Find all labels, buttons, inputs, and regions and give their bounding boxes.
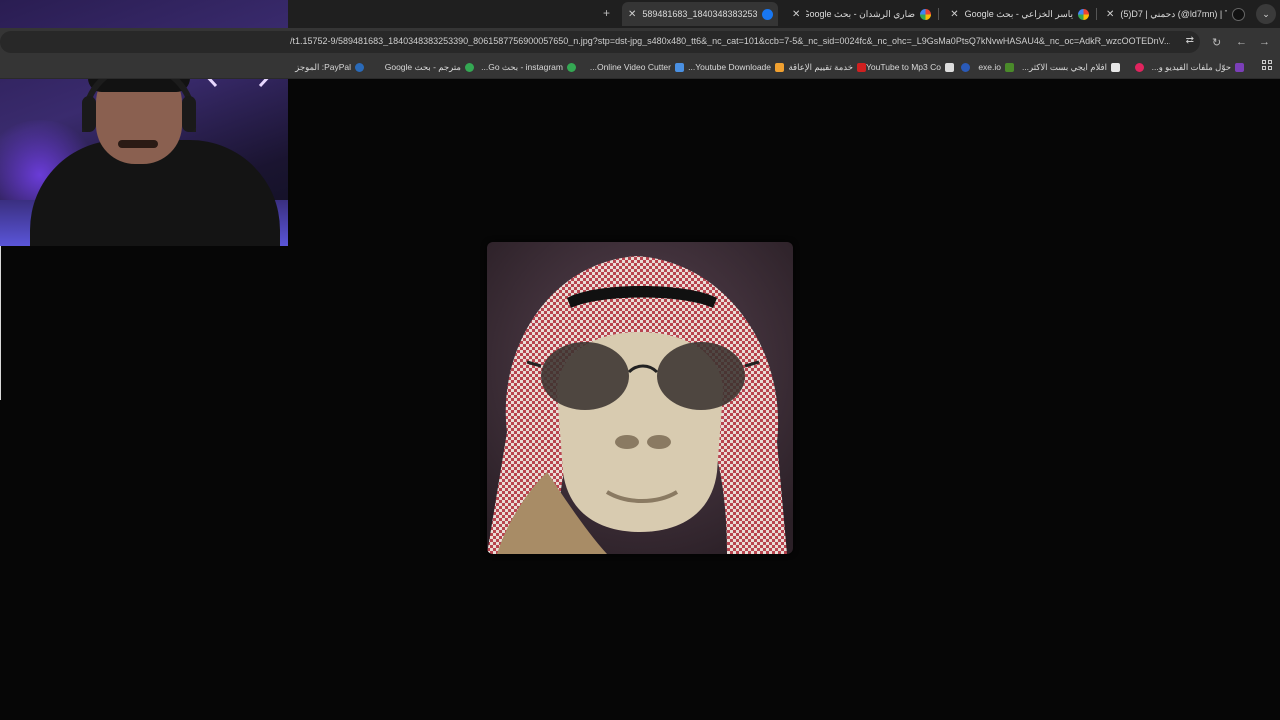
tab-search-menu-button[interactable]: ⌄ xyxy=(1256,4,1276,24)
tab-title: ضاري الرشدان - بحث Google xyxy=(806,8,915,19)
bookmark-icon xyxy=(961,62,970,72)
bookmark-exe-io[interactable]: exe.io xyxy=(978,60,1014,74)
new-tab-button[interactable]: + xyxy=(603,6,610,20)
bookmark-egybest[interactable]: افلام ايجي بست الاكثر... xyxy=(1022,60,1120,74)
bookmark-video-convert[interactable]: حوّل ملفات الفيديو و... xyxy=(1152,60,1244,74)
bookmark-label: PayPal: الموجز xyxy=(295,61,351,72)
camel-image xyxy=(487,242,793,554)
site-settings-icon[interactable]: ⇄ xyxy=(1186,35,1194,46)
google-icon xyxy=(465,62,474,72)
bookmark-label: Online Video Cutter... xyxy=(589,62,671,72)
close-icon[interactable]: ✕ xyxy=(628,9,636,20)
headphone-left-cup xyxy=(82,96,96,132)
bookmark-label: حوّل ملفات الفيديو و... xyxy=(1151,61,1231,72)
bookmark-label: exe.io xyxy=(978,62,1001,72)
address-bar[interactable]: /t1.15752-9/589481683_1840348383253390_8… xyxy=(0,31,1200,53)
google-icon xyxy=(1078,8,1089,20)
close-icon[interactable]: ✕ xyxy=(1106,9,1114,20)
tiktok-icon xyxy=(1232,7,1245,21)
bookmark-icon xyxy=(1111,62,1120,72)
bookmark-youtube[interactable] xyxy=(1131,60,1144,74)
bookmark-video-cutter[interactable]: Online Video Cutter... xyxy=(590,60,684,74)
tab-google-search-2[interactable]: ضاري الرشدان - بحث Google ✕ xyxy=(786,2,936,26)
youtube-icon xyxy=(1135,62,1144,72)
bookmark-icon xyxy=(775,62,784,72)
tab-google-search-1[interactable]: ياسر الخزاعي - بحث Google ✕ xyxy=(944,2,1094,26)
forward-icon[interactable]: → xyxy=(1259,36,1270,48)
bookmark-youtube-downloader[interactable]: Youtube Downloade... xyxy=(688,60,784,74)
tab-facebook-image[interactable]: 589481683_1840348383253390 ✕ xyxy=(622,2,778,26)
bookmark-label: YouTube to Mp3 Co... xyxy=(859,62,941,72)
bookmark-yt-mp3[interactable]: YouTube to Mp3 Co... xyxy=(859,60,954,74)
overlay-edge xyxy=(0,246,1,400)
bookmark-translator[interactable]: مترجم - بحث Google xyxy=(385,60,474,74)
close-icon[interactable]: ✕ xyxy=(950,9,958,20)
close-icon[interactable]: ✕ xyxy=(792,9,800,20)
bookmark-icon xyxy=(1235,62,1244,72)
camel-photo-illustration xyxy=(487,242,793,554)
bookmark-label: افلام ايجي بست الاكثر... xyxy=(1021,61,1107,72)
reload-icon[interactable]: ↻ xyxy=(1212,36,1221,49)
back-icon[interactable]: ← xyxy=(1236,36,1247,48)
google-icon xyxy=(920,8,931,20)
bookmark-paypal[interactable]: PayPal: الموجز xyxy=(295,60,364,74)
tab-title: ياسر الخزاعي - بحث Google xyxy=(964,8,1073,19)
tab-tiktok[interactable]: (5)D7 | دحمني (@ld7mn) | TikTok ✕ xyxy=(1100,2,1250,26)
paypal-icon xyxy=(355,62,364,72)
bookmark-icon xyxy=(675,62,684,72)
tab-title: (5)D7 | دحمني (@ld7mn) | TikTok xyxy=(1120,8,1227,19)
streamer-mustache xyxy=(118,140,158,148)
url-text: /t1.15752-9/589481683_1840348383253390_8… xyxy=(290,36,1170,46)
bookmarks-bar: حوّل ملفات الفيديو و... افلام ايجي بست ا… xyxy=(0,56,1280,79)
bookmark-icon xyxy=(857,62,866,72)
browser-toolbar: /t1.15752-9/589481683_1840348383253390_8… xyxy=(0,28,1280,56)
bookmark-icon xyxy=(945,62,954,72)
headphone-right-cup xyxy=(182,96,196,132)
bookmark-label: instagram - بحث Go... xyxy=(481,61,563,72)
facebook-icon xyxy=(762,8,773,20)
bookmark-blue[interactable] xyxy=(957,60,970,74)
bookmark-label: مترجم - بحث Google xyxy=(384,61,461,72)
bookmark-disability-service[interactable]: خدمة تقييم الإعاقة xyxy=(788,60,866,74)
tab-title: 589481683_1840348383253390 xyxy=(642,9,757,19)
bookmark-icon xyxy=(1005,62,1014,72)
apps-grid-icon[interactable] xyxy=(1262,60,1272,70)
bookmark-label: خدمة تقييم الإعاقة xyxy=(788,61,854,72)
google-icon xyxy=(567,62,576,72)
bookmark-label: Youtube Downloade... xyxy=(688,62,771,72)
bookmark-instagram-search[interactable]: instagram - بحث Go... xyxy=(481,60,576,74)
